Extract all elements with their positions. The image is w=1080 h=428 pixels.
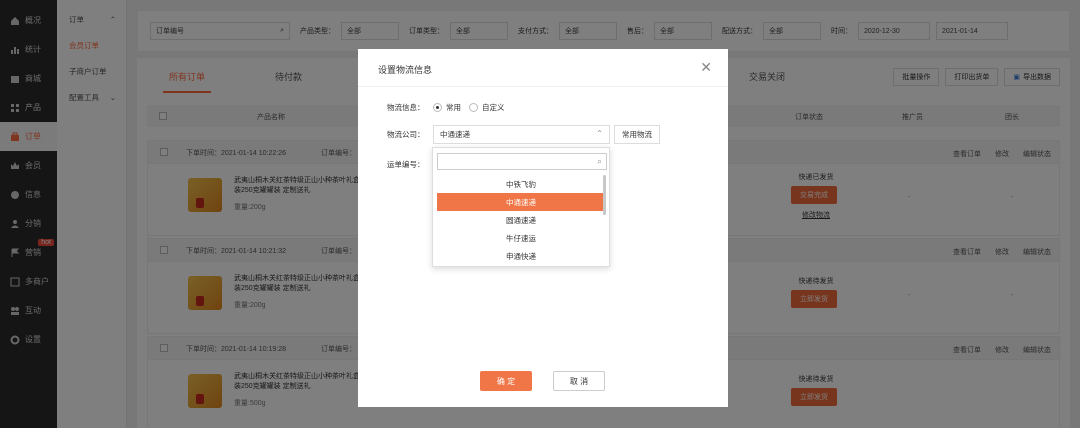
option-item[interactable]: 牛仔速运 [437, 229, 605, 247]
dialog-title: 设置物流信息 [378, 65, 433, 75]
radio-unchecked-icon [469, 103, 478, 112]
company-label: 物流公司： [387, 130, 425, 139]
radio-common[interactable]: 常用 [433, 102, 461, 113]
dropdown-options: 中铁飞豹 中通速递 圆通速递 牛仔速运 申通快递 [437, 175, 605, 265]
confirm-button[interactable]: 确 定 [480, 371, 532, 391]
radio-checked-icon [433, 103, 442, 112]
close-icon[interactable]: ✕ [700, 59, 712, 76]
logistics-dialog: 设置物流信息 ✕ 物流信息： 常用 自定义 物流公司： 中通速递 ⌃ 常用物流 运… [358, 49, 728, 407]
dropdown-scrollbar[interactable] [603, 175, 606, 215]
option-item[interactable]: 圆通速递 [437, 211, 605, 229]
search-icon: ⌕ [596, 156, 602, 166]
radio-custom[interactable]: 自定义 [469, 102, 505, 113]
tracking-label: 运单编号： [387, 160, 425, 169]
common-logistics-button[interactable]: 常用物流 [614, 125, 660, 144]
option-item-selected[interactable]: 中通速递 [437, 193, 605, 211]
company-select[interactable]: 中通速递 ⌃ [433, 125, 610, 144]
dialog-divider [358, 86, 728, 87]
cancel-button[interactable]: 取 消 [553, 371, 605, 391]
logistics-info-label: 物流信息： [387, 103, 425, 112]
option-item[interactable]: 申通快递 [437, 247, 605, 265]
company-dropdown: ⌕ 中铁飞豹 中通速递 圆通速递 牛仔速运 申通快递 [432, 147, 610, 267]
dropdown-search-input[interactable]: ⌕ [437, 153, 607, 170]
option-item[interactable]: 中铁飞豹 [437, 175, 605, 193]
chevron-up-icon: ⌃ [596, 129, 603, 138]
